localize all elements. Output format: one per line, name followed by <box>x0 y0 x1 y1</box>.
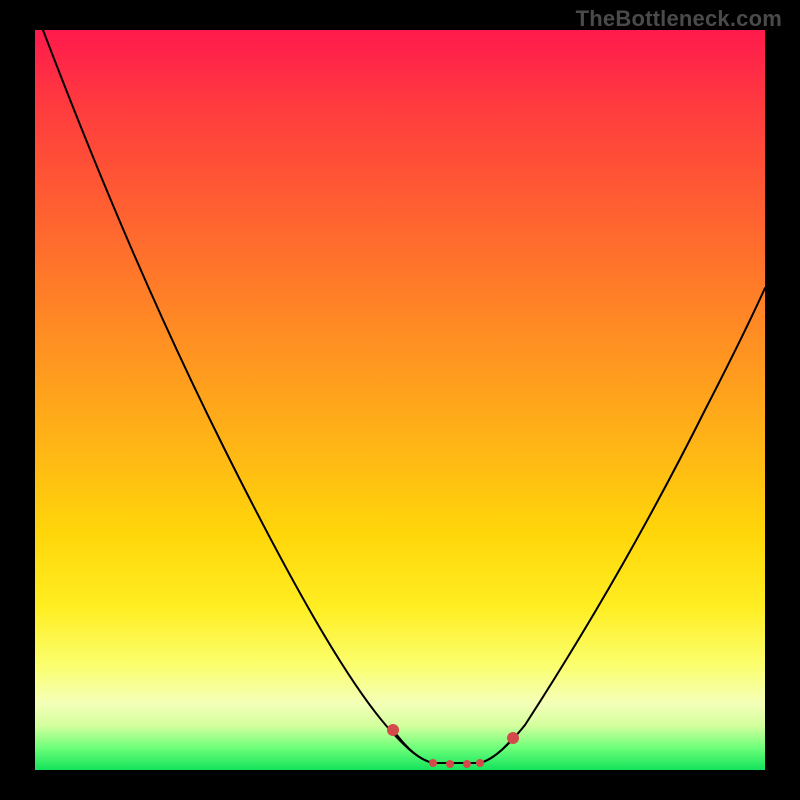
valley-marker-right <box>507 732 519 744</box>
watermark-text: TheBottleneck.com <box>576 6 782 32</box>
valley-marker-left <box>387 724 399 736</box>
plot-area <box>35 30 765 770</box>
bottleneck-curve <box>35 30 765 770</box>
valley-marker-mid-1 <box>429 759 437 767</box>
valley-marker-mid-4 <box>476 759 484 767</box>
chart-frame: TheBottleneck.com <box>0 0 800 800</box>
valley-marker-mid-2 <box>446 760 454 768</box>
curve-path <box>43 30 765 763</box>
valley-highlight <box>393 730 513 763</box>
valley-marker-mid-3 <box>463 760 471 768</box>
